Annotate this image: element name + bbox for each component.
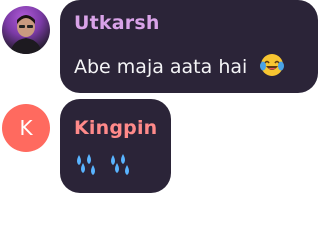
avatar-letter: K: [19, 116, 33, 140]
message-bubble-utkarsh: Utkarsh Abe maja aata hai: [60, 0, 318, 93]
sender-name: Utkarsh: [74, 12, 160, 34]
sweat-droplets-icon: [73, 151, 99, 182]
message-bubble-kingpin: Kingpin: [60, 99, 171, 193]
message-text-content: Abe maja aata hai: [74, 56, 248, 78]
avatar-utkarsh[interactable]: [2, 6, 50, 54]
avatar-kingpin[interactable]: K: [2, 104, 50, 152]
message-text: Abe maja aata hai: [74, 52, 285, 83]
message-emoji-row: [73, 151, 133, 182]
sender-name: Kingpin: [74, 117, 158, 139]
face-with-tears-of-joy-icon: [259, 52, 285, 83]
avatar-photo-icon: [10, 15, 42, 54]
sweat-droplets-icon: [107, 151, 133, 182]
